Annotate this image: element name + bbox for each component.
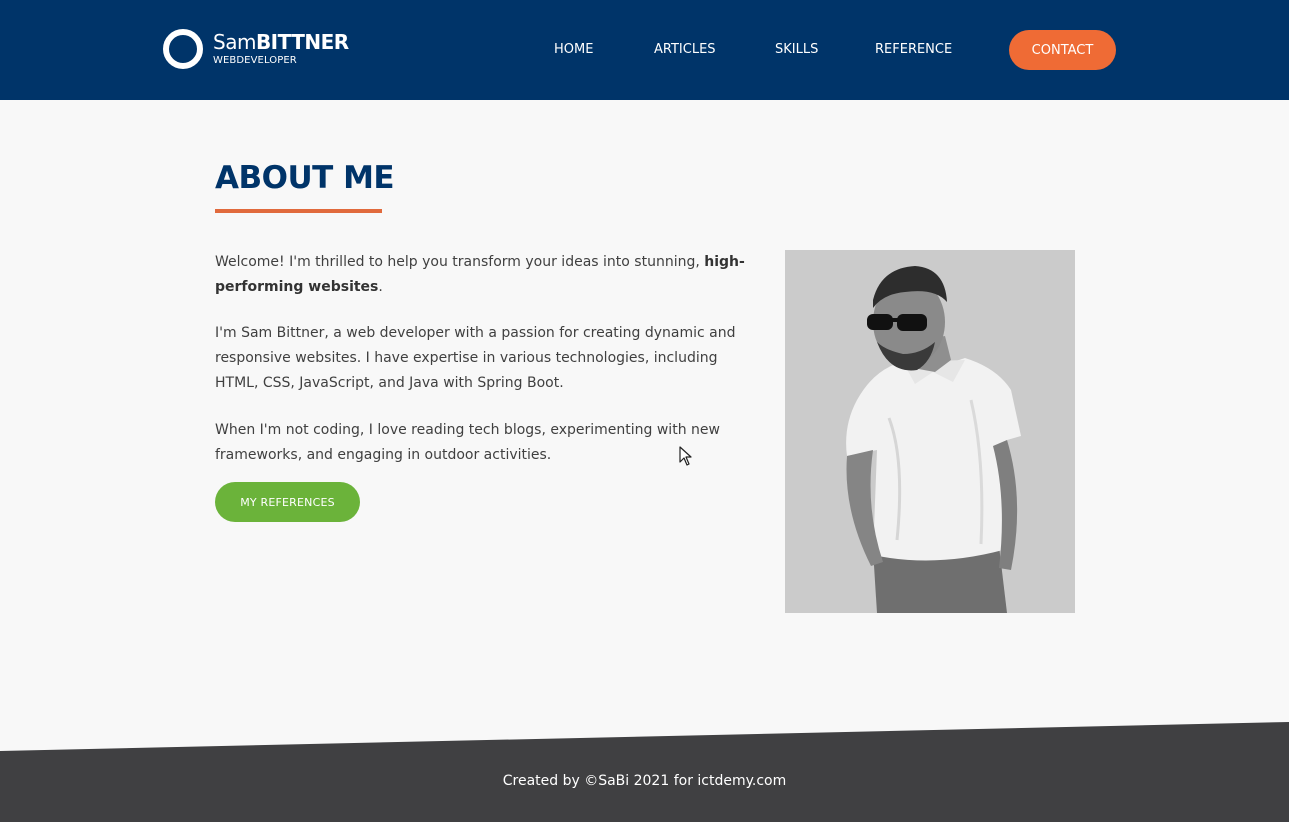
site-header: SamBITTNER WEBDEVELOPER HOME ARTICLES SK… (0, 0, 1289, 100)
footer-background (0, 722, 1289, 822)
intro-end: . (378, 279, 383, 295)
logo-ring-icon (163, 29, 203, 69)
nav-articles-link[interactable]: ARTICLES (654, 42, 716, 57)
profile-photo (785, 250, 1075, 613)
logo-subtitle: WEBDEVELOPER (213, 55, 297, 66)
intro-text: Welcome! I'm thrilled to help you transf… (215, 254, 705, 270)
about-paragraph-2: I'm Sam Bittner, a web developer with a … (215, 325, 736, 391)
title-underline (215, 209, 382, 213)
contact-button[interactable]: CONTACT (1009, 30, 1116, 70)
footer-copyright: Created by ©SaBi 2021 for ictdemy.com (502, 773, 787, 789)
nav-home-link[interactable]: HOME (554, 42, 593, 57)
logo-text: SamBITTNER WEBDEVELOPER (213, 32, 349, 66)
logo-first-name: Sam (213, 30, 256, 54)
profile-photo-illustration (785, 250, 1075, 613)
about-title: ABOUT ME (215, 160, 395, 196)
site-logo[interactable]: SamBITTNER WEBDEVELOPER (163, 29, 349, 69)
logo-name: SamBITTNER (213, 32, 349, 52)
about-intro: Welcome! I'm thrilled to help you transf… (215, 250, 760, 300)
mouse-cursor-icon (679, 446, 692, 466)
nav-skills-link[interactable]: SKILLS (775, 42, 818, 57)
my-references-button[interactable]: MY REFERENCES (215, 482, 360, 522)
logo-last-name: BITTNER (255, 30, 349, 54)
nav-reference-link[interactable]: REFERENCE (875, 42, 952, 57)
